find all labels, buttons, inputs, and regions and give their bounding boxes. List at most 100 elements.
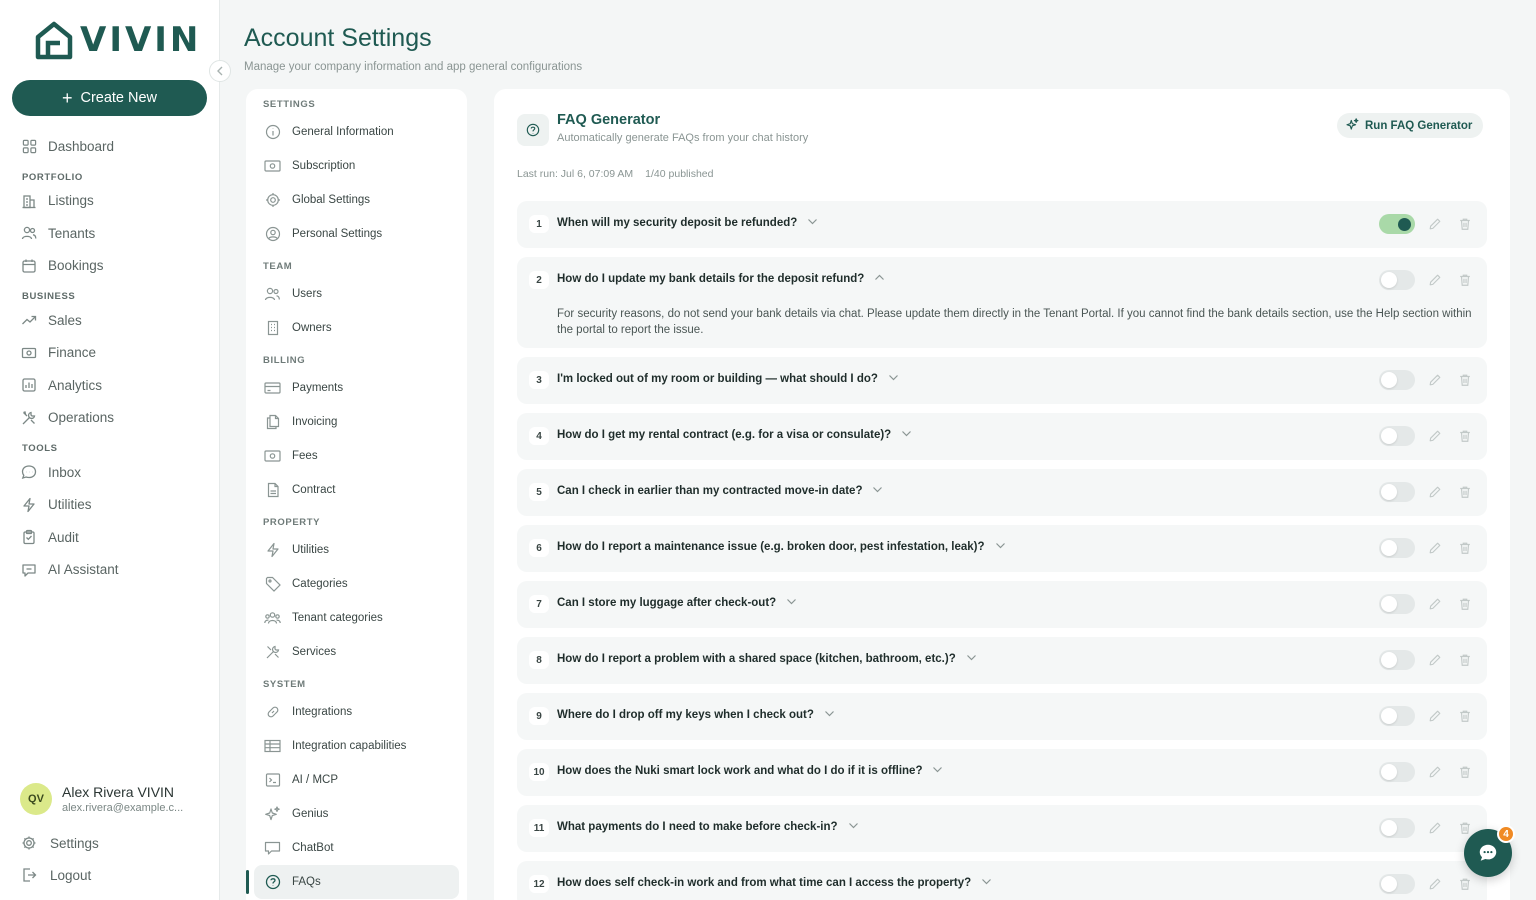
settings-item-contract[interactable]: Contract <box>246 473 467 507</box>
chevron-down-icon[interactable] <box>981 877 992 889</box>
faq-question[interactable]: When will my security deposit be refunde… <box>557 217 818 229</box>
vivin-logo[interactable]: VIVIN <box>34 20 201 60</box>
nav-audit[interactable]: Audit <box>0 521 220 554</box>
publish-toggle[interactable] <box>1379 214 1415 234</box>
settings-item-services[interactable]: Services <box>246 635 467 669</box>
settings-item-faqs[interactable]: FAQs <box>246 865 459 899</box>
pencil-icon[interactable] <box>1428 273 1442 292</box>
settings-item-subscription[interactable]: Subscription <box>246 149 467 183</box>
nav-analytics[interactable]: Analytics <box>0 369 220 402</box>
trash-icon[interactable] <box>1458 709 1472 728</box>
pencil-icon[interactable] <box>1428 877 1442 896</box>
settings-item-general-information[interactable]: General Information <box>246 115 467 149</box>
settings-item-payments[interactable]: Payments <box>246 371 467 405</box>
faq-question[interactable]: Can I store my luggage after check-out? <box>557 597 797 609</box>
settings-item-ai-mcp[interactable]: AI / MCP <box>246 763 467 797</box>
publish-toggle[interactable] <box>1379 594 1415 614</box>
chevron-down-icon[interactable] <box>932 765 943 777</box>
faq-question[interactable]: How does self check-in work and from wha… <box>557 877 992 889</box>
trash-icon[interactable] <box>1458 765 1472 784</box>
pencil-icon[interactable] <box>1428 429 1442 448</box>
create-new-button[interactable]: + Create New <box>12 80 207 116</box>
faq-row[interactable]: 5 Can I check in earlier than my contract… <box>517 469 1487 516</box>
publish-toggle[interactable] <box>1379 482 1415 502</box>
pencil-icon[interactable] <box>1428 217 1442 236</box>
trash-icon[interactable] <box>1458 485 1472 504</box>
publish-toggle[interactable] <box>1379 538 1415 558</box>
nav-logout[interactable]: Logout <box>21 867 91 883</box>
faq-question[interactable]: How do I report a problem with a shared … <box>557 653 977 665</box>
settings-item-tenant-categories[interactable]: Tenant categories <box>246 601 467 635</box>
chevron-down-icon[interactable] <box>872 485 883 497</box>
nav-ai-assistant[interactable]: AI Assistant <box>0 554 220 587</box>
nav-utilities[interactable]: Utilities <box>0 489 220 522</box>
faq-question[interactable]: Where do I drop off my keys when I check… <box>557 709 835 721</box>
chevron-up-icon[interactable] <box>874 273 885 285</box>
pencil-icon[interactable] <box>1428 485 1442 504</box>
pencil-icon[interactable] <box>1428 765 1442 784</box>
trash-icon[interactable] <box>1458 597 1472 616</box>
faq-row[interactable]: 2 How do I update my bank details for the… <box>517 257 1487 348</box>
nav-tenants[interactable]: Tenants <box>0 217 220 250</box>
trash-icon[interactable] <box>1458 653 1472 672</box>
faq-row[interactable]: 7 Can I store my luggage after check-out? <box>517 581 1487 628</box>
pencil-icon[interactable] <box>1428 653 1442 672</box>
trash-icon[interactable] <box>1458 877 1472 896</box>
pencil-icon[interactable] <box>1428 709 1442 728</box>
faq-row[interactable]: 3 I'm locked out of my room or building —… <box>517 357 1487 404</box>
publish-toggle[interactable] <box>1379 762 1415 782</box>
faq-row[interactable]: 1 When will my security deposit be refund… <box>517 201 1487 248</box>
chevron-down-icon[interactable] <box>848 821 859 833</box>
nav-finance[interactable]: Finance <box>0 337 220 370</box>
settings-item-global-settings[interactable]: Global Settings <box>246 183 467 217</box>
settings-item-owners[interactable]: Owners <box>246 311 467 345</box>
nav-sales[interactable]: Sales <box>0 304 220 337</box>
publish-toggle[interactable] <box>1379 370 1415 390</box>
settings-item-fees[interactable]: Fees <box>246 439 467 473</box>
chevron-down-icon[interactable] <box>966 653 977 665</box>
trash-icon[interactable] <box>1458 217 1472 236</box>
nav-inbox[interactable]: Inbox <box>0 456 220 489</box>
chevron-down-icon[interactable] <box>824 709 835 721</box>
publish-toggle[interactable] <box>1379 874 1415 894</box>
user-profile[interactable]: QV Alex Rivera VIVIN alex.rivera@example… <box>20 783 196 815</box>
trash-icon[interactable] <box>1458 429 1472 448</box>
settings-item-personal-settings[interactable]: Personal Settings <box>246 217 467 251</box>
chevron-down-icon[interactable] <box>786 597 797 609</box>
faq-row[interactable]: 12 How does self check-in work and from w… <box>517 861 1487 900</box>
faq-question[interactable]: What payments do I need to make before c… <box>557 821 859 833</box>
settings-item-integration-capabilities[interactable]: Integration capabilities <box>246 729 467 763</box>
trash-icon[interactable] <box>1458 373 1472 392</box>
settings-item-users[interactable]: Users <box>246 277 467 311</box>
trash-icon[interactable] <box>1458 273 1472 292</box>
chevron-down-icon[interactable] <box>901 429 912 441</box>
settings-item-utilities[interactable]: Utilities <box>246 533 467 567</box>
faq-question[interactable]: How do I get my rental contract (e.g. fo… <box>557 429 912 441</box>
settings-item-integrations[interactable]: Integrations <box>246 695 467 729</box>
settings-item-chatbot[interactable]: ChatBot <box>246 831 467 865</box>
pencil-icon[interactable] <box>1428 541 1442 560</box>
publish-toggle[interactable] <box>1379 818 1415 838</box>
pencil-icon[interactable] <box>1428 821 1442 840</box>
nav-dashboard[interactable]: Dashboard <box>0 130 220 163</box>
nav-listings[interactable]: Listings <box>0 185 220 218</box>
chevron-down-icon[interactable] <box>888 373 899 385</box>
nav-bookings[interactable]: Bookings <box>0 250 220 283</box>
chevron-down-icon[interactable] <box>995 541 1006 553</box>
publish-toggle[interactable] <box>1379 650 1415 670</box>
faq-question[interactable]: I'm locked out of my room or building — … <box>557 373 899 385</box>
nav-operations[interactable]: Operations <box>0 402 220 435</box>
faq-question[interactable]: Can I check in earlier than my contracte… <box>557 485 883 497</box>
faq-question[interactable]: How do I report a maintenance issue (e.g… <box>557 541 1006 553</box>
faq-row[interactable]: 9 Where do I drop off my keys when I chec… <box>517 693 1487 740</box>
faq-row[interactable]: 10 How does the Nuki smart lock work and … <box>517 749 1487 796</box>
nav-settings[interactable]: Settings <box>21 835 99 851</box>
faq-question[interactable]: How do I update my bank details for the … <box>557 273 885 285</box>
publish-toggle[interactable] <box>1379 270 1415 290</box>
settings-item-genius[interactable]: Genius <box>246 797 467 831</box>
settings-item-categories[interactable]: Categories <box>246 567 467 601</box>
collapse-sidebar-button[interactable] <box>209 60 231 82</box>
trash-icon[interactable] <box>1458 541 1472 560</box>
pencil-icon[interactable] <box>1428 373 1442 392</box>
faq-question[interactable]: How does the Nuki smart lock work and wh… <box>557 765 943 777</box>
